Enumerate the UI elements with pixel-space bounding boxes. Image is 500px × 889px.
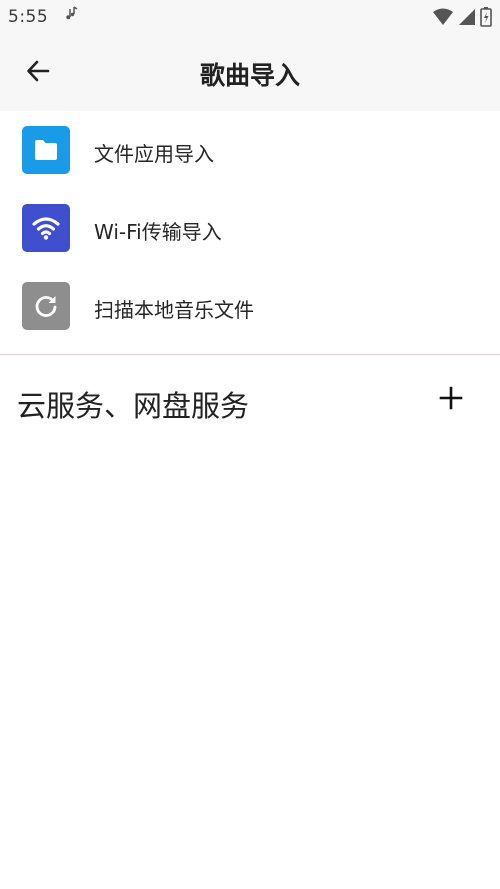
app-bar: 歌曲导入: [0, 34, 500, 111]
page-title: 歌曲导入: [199, 61, 300, 90]
import-option-label: 文件应用导入: [94, 142, 214, 166]
import-option-wifi[interactable]: Wi-Fi传输导入: [0, 189, 500, 267]
cloud-services-section: 云服务、网盘服务: [0, 355, 500, 445]
status-time: 5:55: [8, 7, 49, 27]
cloud-services-title: 云服务、网盘服务: [17, 389, 250, 423]
refresh-icon: [22, 282, 70, 330]
add-cloud-service-button[interactable]: [432, 381, 470, 419]
import-option-scan-local[interactable]: 扫描本地音乐文件: [0, 267, 500, 345]
wifi-icon: [432, 8, 454, 30]
wifi-icon: [22, 204, 70, 252]
import-option-label: Wi-Fi传输导入: [94, 220, 222, 244]
status-indicators: [432, 7, 492, 31]
folder-icon: [22, 126, 70, 174]
import-options-list: 文件应用导入 Wi-Fi传输导入 扫描本地音乐文件: [0, 111, 500, 345]
import-option-file-app[interactable]: 文件应用导入: [0, 111, 500, 189]
music-note-icon: [64, 6, 80, 26]
battery-icon: [480, 7, 492, 31]
plus-icon: [439, 386, 463, 414]
signal-icon: [458, 8, 476, 30]
status-bar: 5:55: [0, 0, 500, 34]
import-option-label: 扫描本地音乐文件: [94, 298, 254, 322]
